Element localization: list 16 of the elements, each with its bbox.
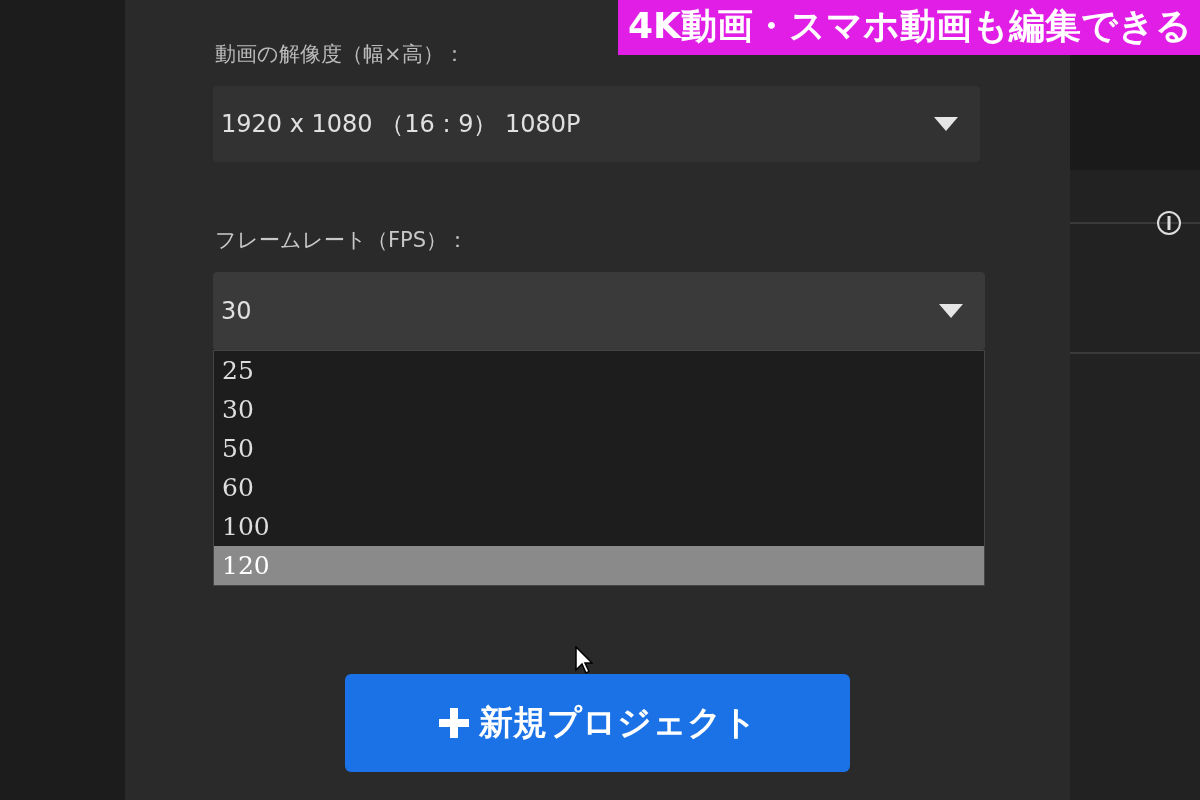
- dropdown-option[interactable]: 100: [214, 507, 984, 546]
- dropdown-arrow-icon: [939, 304, 963, 318]
- dropdown-arrow-icon: [934, 117, 958, 131]
- dropdown-option[interactable]: 30: [214, 390, 984, 429]
- caption-banner: 4K動画・スマホ動画も編集できる: [618, 0, 1200, 55]
- mouse-pointer-icon: [575, 646, 593, 674]
- new-project-button[interactable]: 新規プロジェクト: [345, 674, 850, 772]
- dropdown-option[interactable]: 50: [214, 429, 984, 468]
- plus-icon: [438, 708, 469, 738]
- dropdown-option[interactable]: 60: [214, 468, 984, 507]
- frame-rate-dropdown[interactable]: 30: [213, 272, 985, 350]
- resolution-dropdown[interactable]: 1920 x 1080 （16 : 9） 1080P: [213, 86, 980, 162]
- info-icon: [1156, 210, 1182, 236]
- field-label: フレームレート（FPS）：: [215, 227, 470, 254]
- dropdown-option[interactable]: 25: [214, 351, 984, 390]
- field-label: 動画の解像度（幅×高）：: [215, 41, 466, 68]
